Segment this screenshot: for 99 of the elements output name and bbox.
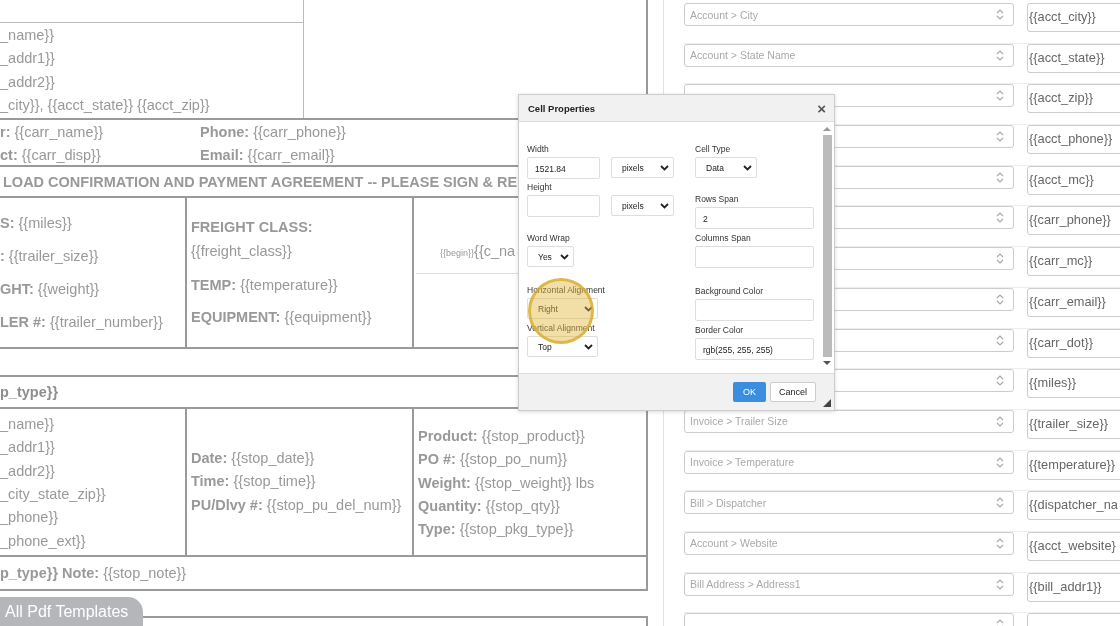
account-field-text: _city}}, {{acct_state}} {{acct_zip}} [0,96,211,116]
input-field[interactable]: 1521.84 [527,157,600,179]
stop-field-text: Time: {{stop_time}} [191,472,317,492]
scroll-up-icon[interactable] [823,126,831,132]
stop-field-text: _name}} [0,414,56,434]
token-input[interactable]: {{dispatcher_na [1027,491,1120,521]
unit-select[interactable]: pixels [611,157,674,178]
updown-icon [996,537,1004,549]
stop-field-text: Date: {{stop_date}} [191,448,316,468]
freight-field-text: EQUIPMENT: {{equipment}} [191,308,373,328]
close-button[interactable]: × [815,100,828,116]
unit-select[interactable]: pixels [611,195,674,216]
updown-icon [996,497,1004,509]
input-field[interactable] [695,246,814,268]
ok-button[interactable]: OK [733,382,766,402]
chevron-down-icon [584,305,593,312]
token-input[interactable]: {{carr_phone}} [1027,206,1120,236]
field-label: Width [527,144,550,155]
token-input[interactable]: {{bill_addr1}} [1027,572,1120,602]
scroll-down-icon[interactable] [823,360,831,366]
carrier-field-text: Phone: {{carr_phone}} [200,122,346,142]
token-input[interactable]: {{miles}} [1027,369,1120,399]
token-input[interactable]: {{acct_phone}} [1027,125,1120,155]
account-field-text: _name}} [0,26,56,45]
begin-tag-text: {{begin}} [440,248,475,259]
updown-icon [996,415,1004,427]
freight-field-text: : {{trailer_size}} [0,247,100,267]
field-label: Height [527,182,553,193]
dropdown-select[interactable]: Yes [527,246,574,267]
cancel-button[interactable]: Cancel [770,382,816,402]
stop-field-text: Weight: {{stop_weight}} lbs [418,473,596,493]
chevron-down-icon [560,253,569,260]
stop-field-text: _addr2}} [0,461,56,481]
freight-field-text: TEMP: {{temperature}} [191,276,339,296]
updown-icon [996,90,1004,102]
updown-icon [996,131,1004,143]
dropdown-select[interactable]: Right [527,298,598,319]
input-field[interactable]: 2 [695,207,814,229]
updown-icon [996,253,1004,265]
stop-field-text: _city_state_zip}} [0,484,107,504]
field-label: Horizontal Alignment [527,285,606,296]
agreement-title: LOAD CONFIRMATION AND PAYMENT AGREEMENT -- PLEASE SIGN & RE [2,173,518,190]
token-input[interactable]: {{acct_mc}} [1027,165,1120,195]
dialog-title: Cell Properties [528,102,596,114]
updown-icon [996,212,1004,224]
stop-type-heading: p_type}} [0,383,59,400]
token-input[interactable]: {{temperature}} [1027,450,1120,480]
stop-field-text: _addr1}} [0,438,56,458]
stop-field-text: _phone}} [0,508,60,528]
dropdown-select[interactable]: Data [695,157,757,178]
token-input[interactable]: {{acct_zip}} [1027,84,1120,114]
input-field[interactable] [695,299,814,321]
chevron-down-icon [660,164,669,171]
carrier-field-text: r: {{carr_name}} [0,122,105,142]
stop-field-text: PU/Dlvy #: {{stop_pu_del_num}} [191,495,403,515]
freight-field-text: FREIGHT CLASS: [191,218,314,238]
updown-icon [996,456,1004,468]
token-input[interactable]: {{acct_website} [1027,531,1120,561]
stop-note-text: p_type}} Note: {{stop_note}} [0,565,187,582]
updown-icon [996,293,1004,305]
stop-field-text: PO #: {{stop_po_num}} [418,450,569,470]
carrier-field-text: ct: {{carr_disp}} [0,145,102,165]
updown-icon [996,49,1004,61]
chevron-down-icon [584,343,593,350]
input-field[interactable]: rgb(255, 255, 255) [695,338,814,360]
account-field-text: _addr2}} [0,72,56,92]
account-field-text: _addr1}} [0,49,56,69]
updown-icon [996,334,1004,346]
carrier-field-text: Email: {{carr_email}} [200,145,335,165]
chevron-down-icon [660,202,669,209]
token-input[interactable]: {{carr_mc}} [1027,247,1120,277]
signature-name-text: {{c_na [474,243,516,260]
field-label: Columns Span [695,233,752,244]
stop-field-text: _phone_ext}} [0,531,87,551]
stop-field-text: Product: {{stop_product}} [418,426,586,446]
token-input[interactable]: {{carr_dot}} [1027,328,1120,358]
field-label: Background Color [695,286,765,297]
freight-field-text: S: {{miles}} [0,214,73,234]
stop-field-text: Type: {{stop_pkg_type}} [418,520,575,540]
dropdown-select[interactable]: Top [527,336,598,357]
freight-field-text: GHT: {{weight}} [0,280,101,300]
resize-grip-icon[interactable] [823,399,831,407]
stop-field-text: Quantity: {{stop_qty}} [418,496,561,516]
field-label: Rows Span [695,194,740,205]
chevron-down-icon [743,164,752,171]
token-input[interactable]: {{trailer_size}} [1027,409,1120,439]
updown-icon [996,9,1004,20]
updown-icon [996,375,1004,387]
input-field[interactable] [527,195,600,217]
field-label: Border Color [695,325,745,336]
field-label: Word Wrap [527,233,571,244]
token-input[interactable]: {{acct_city}} [1027,3,1120,32]
field-label: Cell Type [695,144,732,155]
updown-icon [996,171,1004,183]
freight-field-text: LER #: {{trailer_number}} [0,313,164,333]
token-input[interactable]: {{carr_email}} [1027,287,1120,317]
updown-icon [996,578,1004,590]
token-input[interactable]: {{acct_state}} [1027,43,1120,73]
freight-field-text: {{freight_class}} [191,242,293,262]
